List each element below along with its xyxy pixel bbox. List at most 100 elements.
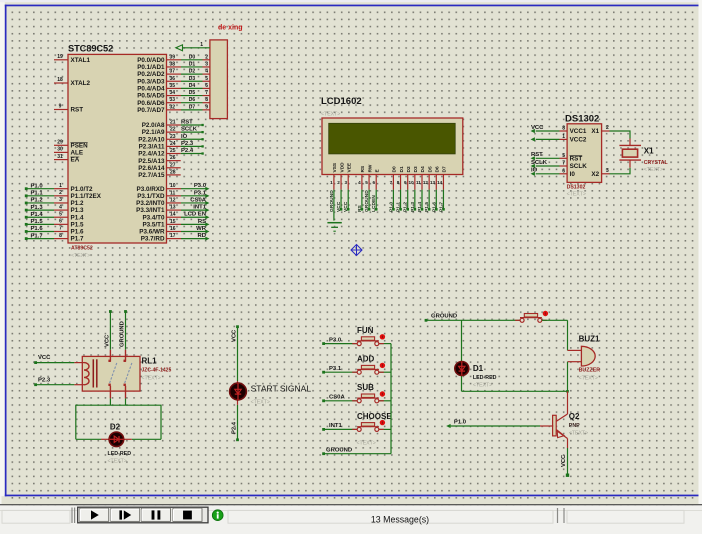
svg-text:BUZ1: BUZ1 — [579, 335, 600, 344]
svg-text:13 Message(s): 13 Message(s) — [371, 515, 429, 525]
svg-text:P3.4/T0: P3.4/T0 — [142, 214, 165, 221]
svg-text:D0: D0 — [189, 54, 196, 60]
svg-text:CHOOSE: CHOOSE — [357, 412, 392, 421]
svg-text:JZC-4F-1425: JZC-4F-1425 — [142, 368, 172, 374]
svg-text:P1.6: P1.6 — [31, 226, 44, 232]
svg-text:1: 1 — [59, 183, 62, 189]
svg-text:D4: D4 — [420, 166, 426, 172]
svg-text:CS0A: CS0A — [190, 197, 206, 203]
svg-text:VCC1: VCC1 — [570, 128, 587, 135]
svg-text:6: 6 — [372, 180, 375, 185]
svg-text:P2.3: P2.3 — [181, 141, 194, 147]
svg-text:25: 25 — [170, 148, 176, 154]
svg-text:13: 13 — [430, 180, 436, 185]
svg-text:P2.5/A13: P2.5/A13 — [138, 158, 165, 165]
svg-text:<TEXT>: <TEXT> — [579, 376, 598, 382]
svg-text:4: 4 — [205, 69, 208, 75]
svg-text:P0.1/AD1: P0.1/AD1 — [137, 64, 165, 71]
svg-text:<TEXT>: <TEXT> — [357, 441, 376, 447]
svg-text:27: 27 — [170, 162, 176, 168]
svg-text:VCC: VCC — [105, 334, 111, 347]
svg-text:WR: WR — [196, 226, 207, 232]
svg-text:8: 8 — [59, 233, 62, 239]
svg-text:GROUND: GROUND — [364, 190, 370, 212]
svg-text:GROUND: GROUND — [431, 314, 457, 320]
svg-text:SCLK: SCLK — [181, 127, 198, 133]
svg-text:7: 7 — [390, 180, 393, 185]
svg-text:P1.5: P1.5 — [424, 202, 430, 212]
svg-text:VCC: VCC — [343, 201, 349, 212]
svg-text:RST: RST — [570, 155, 583, 162]
svg-text:VCC: VCC — [561, 454, 567, 467]
svg-text:8: 8 — [205, 97, 208, 103]
svg-text:7: 7 — [59, 226, 62, 232]
svg-text:P1.3: P1.3 — [31, 205, 44, 211]
svg-text:P1.4: P1.4 — [31, 212, 44, 218]
svg-text:P2.4: P2.4 — [232, 421, 238, 434]
svg-text:6: 6 — [562, 168, 565, 174]
svg-text:P3.3/INT1: P3.3/INT1 — [136, 207, 165, 214]
svg-text:38: 38 — [170, 61, 176, 67]
svg-text:P3.1/TXD: P3.1/TXD — [137, 193, 165, 200]
svg-text:19: 19 — [57, 54, 63, 60]
svg-text:<TEXT>: <TEXT> — [644, 167, 663, 173]
svg-text:I0: I0 — [570, 171, 576, 178]
svg-text:37: 37 — [170, 69, 176, 75]
svg-text:D4: D4 — [189, 83, 196, 89]
svg-text:P1.2: P1.2 — [71, 200, 84, 207]
svg-text:VCC2: VCC2 — [570, 137, 587, 144]
svg-text:33: 33 — [170, 97, 176, 103]
svg-text:<TEXT>: <TEXT> — [569, 431, 588, 437]
svg-text:2: 2 — [606, 125, 609, 131]
svg-text:STC89C52: STC89C52 — [68, 44, 113, 54]
svg-text:P3.2/INT0: P3.2/INT0 — [136, 200, 165, 207]
svg-text:14: 14 — [170, 212, 176, 218]
svg-text:16: 16 — [170, 226, 176, 232]
svg-text:2: 2 — [59, 190, 62, 196]
svg-text:31: 31 — [57, 154, 63, 160]
svg-text:30: 30 — [57, 147, 63, 153]
svg-text:2: 2 — [205, 54, 208, 60]
svg-text:VSS: VSS — [332, 162, 338, 172]
svg-text:P1.6: P1.6 — [431, 202, 437, 212]
svg-text:1: 1 — [330, 180, 333, 185]
svg-text:D3: D3 — [413, 166, 419, 172]
svg-text:VCC: VCC — [232, 329, 238, 342]
svg-text:LED-RED: LED-RED — [473, 375, 497, 381]
svg-text:PNP: PNP — [569, 423, 580, 429]
svg-text:21: 21 — [170, 120, 176, 126]
svg-text:VEE: VEE — [346, 162, 352, 172]
svg-text:P3.7/RD: P3.7/RD — [141, 236, 165, 243]
svg-text:28: 28 — [170, 169, 176, 175]
svg-text:P3.0: P3.0 — [329, 337, 342, 343]
svg-text:D1: D1 — [189, 61, 196, 67]
svg-text:P2.7/A15: P2.7/A15 — [138, 172, 165, 179]
svg-text:10: 10 — [170, 183, 176, 189]
svg-text:P1.5: P1.5 — [31, 219, 44, 225]
svg-text:24: 24 — [170, 141, 176, 147]
svg-text:D2: D2 — [110, 423, 121, 432]
svg-text:5: 5 — [365, 180, 368, 185]
svg-text:8: 8 — [397, 180, 400, 185]
svg-text:ADD: ADD — [357, 355, 375, 364]
svg-text:P2.6/A14: P2.6/A14 — [138, 165, 165, 172]
svg-text:P3.1: P3.1 — [329, 366, 342, 372]
svg-text:CRYSTAL: CRYSTAL — [644, 160, 669, 166]
svg-text:IO: IO — [531, 168, 538, 174]
svg-text:P0.0/AD0: P0.0/AD0 — [137, 57, 165, 64]
svg-text:P2.0/A8: P2.0/A8 — [142, 122, 165, 129]
svg-text:LCDEN: LCDEN — [371, 195, 377, 212]
svg-text:P2.2/A10: P2.2/A10 — [138, 136, 165, 143]
svg-text:10: 10 — [409, 180, 415, 185]
svg-text:P3.1: P3.1 — [194, 190, 207, 196]
svg-text:RL1: RL1 — [142, 357, 158, 366]
svg-text:4: 4 — [59, 204, 62, 210]
svg-text:3: 3 — [344, 180, 347, 185]
svg-text:IO: IO — [181, 134, 188, 140]
svg-text:23: 23 — [170, 134, 176, 140]
svg-text:3: 3 — [205, 61, 208, 67]
svg-text:6: 6 — [205, 83, 208, 89]
svg-text:P3.0/RXD: P3.0/RXD — [137, 186, 165, 193]
svg-text:<TEXT>: <TEXT> — [567, 192, 586, 198]
svg-text:34: 34 — [170, 90, 176, 96]
